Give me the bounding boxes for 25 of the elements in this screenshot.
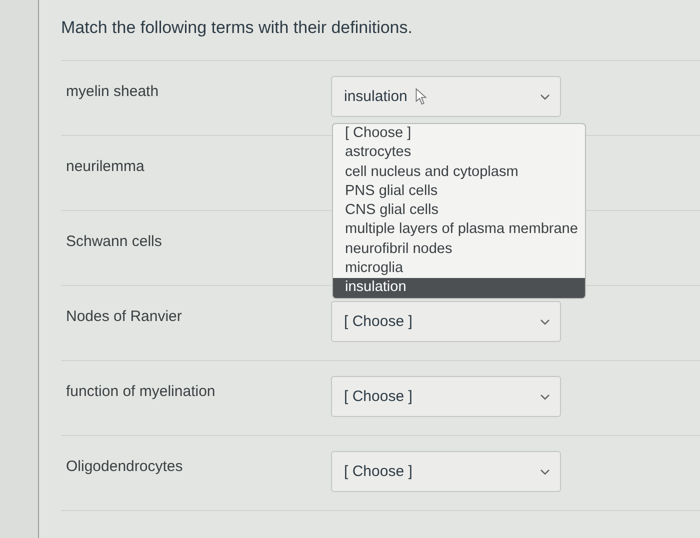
chevron-down-icon <box>540 394 550 400</box>
dropdown-option[interactable]: neurofibril nodes <box>333 240 585 260</box>
chevron-down-icon <box>540 94 550 100</box>
answer-dropdown[interactable]: insulation <box>331 76 561 117</box>
dropdown-option[interactable]: insulation <box>333 278 585 298</box>
dropdown-option[interactable]: [ Choose ] <box>333 124 585 144</box>
answer-dropdown[interactable]: [ Choose ] <box>331 451 561 492</box>
term-text: neurilemma <box>65 157 146 175</box>
term-text: Nodes of Ranvier <box>65 307 183 325</box>
dropdown-option[interactable]: microglia <box>333 259 585 278</box>
dropdown-option[interactable]: astrocytes <box>333 143 585 163</box>
term-text: Schwann cells <box>65 232 163 250</box>
term-text: function of myelination <box>65 382 216 400</box>
chevron-down-icon <box>540 468 550 474</box>
dropdown-option[interactable]: cell nucleus and cytoplasm <box>333 162 585 182</box>
pointer-cursor-icon <box>415 88 428 105</box>
term-text: myelin sheath <box>65 82 160 100</box>
dropdown-option[interactable]: PNS glial cells <box>333 182 585 202</box>
question-text: Match the following terms with their definitions. <box>61 0 700 61</box>
answer-dropdown[interactable]: [ Choose ] <box>331 301 561 342</box>
answer-dropdown[interactable]: [ Choose ] <box>331 376 561 417</box>
dropdown-option[interactable]: CNS glial cells <box>333 201 585 220</box>
chevron-down-icon <box>540 318 550 324</box>
dropdown-option[interactable]: multiple layers of plasma membrane <box>333 220 585 240</box>
term-text: Oligodendrocytes <box>65 457 184 475</box>
